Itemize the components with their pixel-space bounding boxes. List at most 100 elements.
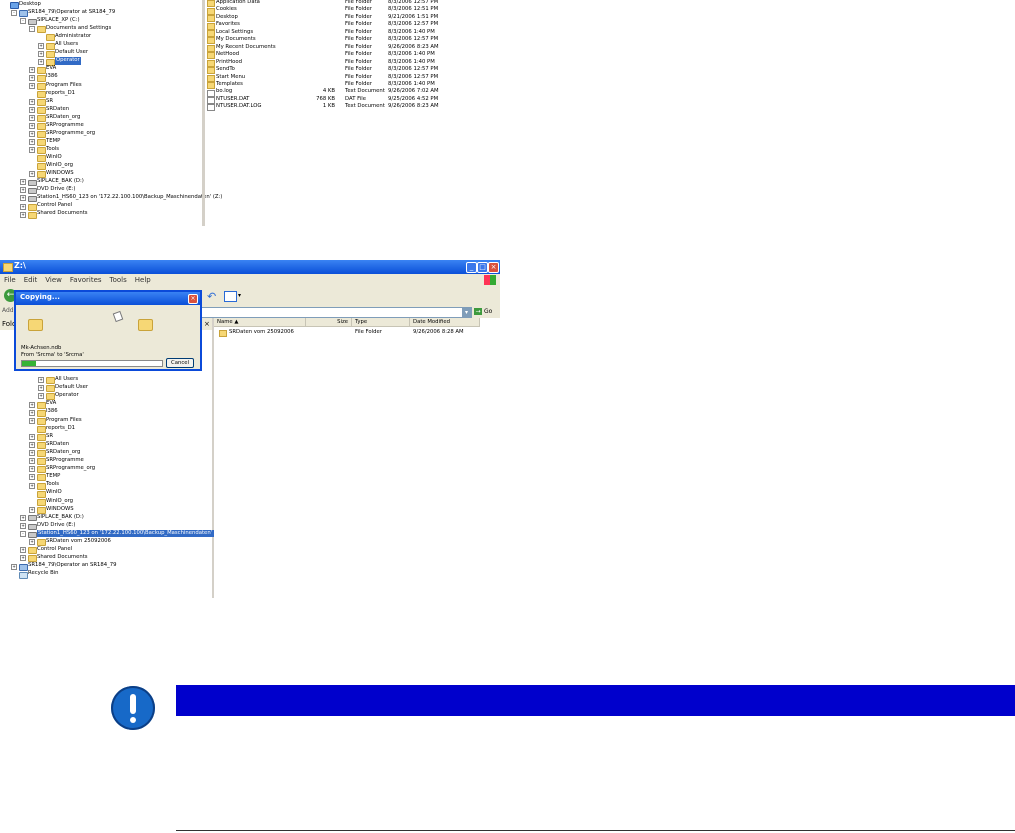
file-name: Desktop	[216, 13, 238, 20]
menu-favorites[interactable]: Favorites	[70, 276, 102, 284]
menu-tools[interactable]: Tools	[110, 276, 127, 284]
column-header-date[interactable]: Date Modified	[410, 318, 480, 327]
expand-icon[interactable]: +	[29, 466, 35, 473]
folder-icon	[37, 409, 46, 417]
file-row[interactable]: NetHood File Folder 8/3/2006 1:40 PM	[205, 51, 464, 60]
folder-icon	[37, 74, 46, 82]
expand-icon[interactable]: +	[38, 393, 44, 400]
dialog-title: Copying...	[20, 293, 60, 301]
expand-icon[interactable]: +	[29, 147, 35, 154]
file-row[interactable]: PrintHood File Folder 8/3/2006 1:40 PM	[205, 59, 464, 67]
file-row[interactable]: My Documents File Folder 8/3/2006 12:57 PM	[205, 36, 464, 45]
expand-icon[interactable]: +	[20, 187, 26, 194]
expand-icon[interactable]: +	[38, 58, 44, 65]
menu-bar: File Edit View Favorites Tools Help	[0, 274, 500, 286]
expand-icon[interactable]: +	[29, 131, 35, 138]
close-pane-icon[interactable]: ×	[204, 318, 210, 330]
folder-icon	[37, 26, 46, 34]
expand-icon[interactable]: +	[20, 555, 26, 562]
expand-icon[interactable]: +	[29, 506, 35, 513]
expand-icon[interactable]: +	[29, 482, 35, 489]
file-name: Templates	[216, 80, 243, 87]
expand-icon[interactable]: +	[29, 123, 35, 130]
collapse-icon[interactable]: -	[20, 531, 26, 538]
file-row[interactable]: SendTo File Folder 8/3/2006 12:57 PM	[205, 66, 464, 75]
menu-help[interactable]: Help	[135, 276, 151, 284]
cancel-button[interactable]: Cancel	[166, 358, 194, 368]
expand-icon[interactable]: +	[29, 417, 35, 424]
expand-icon[interactable]: +	[29, 539, 35, 546]
menu-file[interactable]: File	[4, 276, 16, 284]
expand-icon[interactable]: +	[29, 450, 35, 457]
expand-icon[interactable]: +	[38, 42, 44, 49]
menu-edit[interactable]: Edit	[24, 276, 38, 284]
collapse-icon[interactable]: -	[11, 10, 17, 17]
expand-icon[interactable]: +	[29, 442, 35, 449]
undo-icon[interactable]: ↶	[207, 290, 216, 303]
expand-icon[interactable]: +	[20, 514, 26, 521]
expand-icon[interactable]: +	[29, 66, 35, 73]
column-header-name[interactable]: Name ▲	[214, 318, 306, 327]
close-icon[interactable]: ×	[188, 294, 198, 304]
expand-icon[interactable]: +	[29, 98, 35, 105]
expand-icon[interactable]: +	[38, 377, 44, 384]
expand-icon[interactable]: +	[20, 203, 26, 210]
file-row[interactable]: Cookies File Folder 8/3/2006 12:51 PM	[205, 6, 464, 15]
tree-item-label: Tools	[46, 145, 60, 152]
windows-logo-icon	[484, 275, 496, 285]
expand-icon[interactable]: +	[11, 563, 17, 570]
expand-icon[interactable]: +	[20, 195, 26, 202]
file-row[interactable]: NTUSER.DAT.LOG 1 KB Text Document 9/26/2006…	[205, 103, 464, 112]
views-icon[interactable]	[224, 291, 237, 302]
file-row[interactable]: SRDaten vom 25092006 File Folder 9/26/20…	[214, 329, 473, 338]
file-name: SRDaten vom 25092006	[229, 329, 294, 335]
tree-item-label: Control Panel	[37, 546, 73, 553]
expand-icon[interactable]: +	[20, 211, 26, 218]
collapse-icon[interactable]: -	[29, 26, 35, 33]
chevron-down-icon[interactable]: ▾	[462, 308, 471, 317]
file-row[interactable]: My Recent Documents File Folder 9/26/2006 …	[205, 44, 464, 52]
minimize-button[interactable]: _	[466, 262, 477, 273]
file-row[interactable]: Favorites File Folder 8/3/2006 12:57 PM	[205, 21, 464, 30]
file-row[interactable]: NTUSER.DAT 768 KB DAT File 9/25/2006 4:52 P…	[205, 96, 464, 105]
expand-icon[interactable]: +	[29, 106, 35, 113]
file-row[interactable]: Start Menu File Folder 8/3/2006 12:57 PM	[205, 74, 464, 82]
file-row[interactable]: Desktop File Folder 9/21/2006 1:51 PM	[205, 13, 464, 23]
expand-icon[interactable]: +	[29, 74, 35, 81]
folder-icon	[46, 377, 55, 385]
file-pane: Name ▲ Size Type Date Modified SRDaten v…	[214, 318, 500, 598]
expand-icon[interactable]: +	[29, 409, 35, 416]
chevron-down-icon[interactable]: ▾	[238, 292, 241, 299]
column-header-type[interactable]: Type	[352, 318, 410, 327]
folder-icon	[28, 211, 37, 219]
column-header-size[interactable]: Size	[306, 318, 352, 327]
tree-item-label: SRDaten	[46, 105, 70, 112]
expand-icon[interactable]: +	[20, 523, 26, 530]
expand-icon[interactable]: +	[29, 139, 35, 146]
expand-icon[interactable]: +	[29, 82, 35, 89]
collapse-icon[interactable]: -	[20, 18, 26, 25]
file-row[interactable]: Templates File Folder 8/3/2006 1:40 PM	[205, 80, 464, 90]
file-row[interactable]: Local Settings File Folder 8/3/2006 1:40 P…	[205, 28, 464, 37]
expand-icon[interactable]: +	[20, 179, 26, 186]
expand-icon[interactable]: +	[29, 401, 35, 408]
expand-icon[interactable]: +	[29, 171, 35, 178]
file-row[interactable]: Application Data File Folder 8/3/2006 12:5…	[205, 0, 464, 8]
expand-icon[interactable]: +	[38, 50, 44, 57]
expand-icon[interactable]: +	[29, 114, 35, 121]
expand-icon[interactable]: +	[29, 433, 35, 440]
expand-icon[interactable]: +	[29, 458, 35, 465]
expand-icon[interactable]: +	[20, 547, 26, 554]
file-type: File Folder	[345, 28, 372, 35]
go-button[interactable]: → Go	[474, 307, 496, 316]
file-row[interactable]: bo.log 4 KB Text Document 9/26/2006 7:02 AM	[205, 88, 464, 97]
expand-icon[interactable]: +	[29, 474, 35, 481]
menu-view[interactable]: View	[45, 276, 62, 284]
drive-icon	[28, 187, 37, 194]
close-button[interactable]: ×	[488, 262, 499, 273]
expand-icon[interactable]: +	[38, 385, 44, 392]
maximize-button[interactable]: □	[477, 262, 488, 273]
bin-icon	[19, 571, 28, 579]
file-name: Application Data	[216, 0, 260, 5]
tree-item-label: Shared Documents	[37, 554, 88, 561]
